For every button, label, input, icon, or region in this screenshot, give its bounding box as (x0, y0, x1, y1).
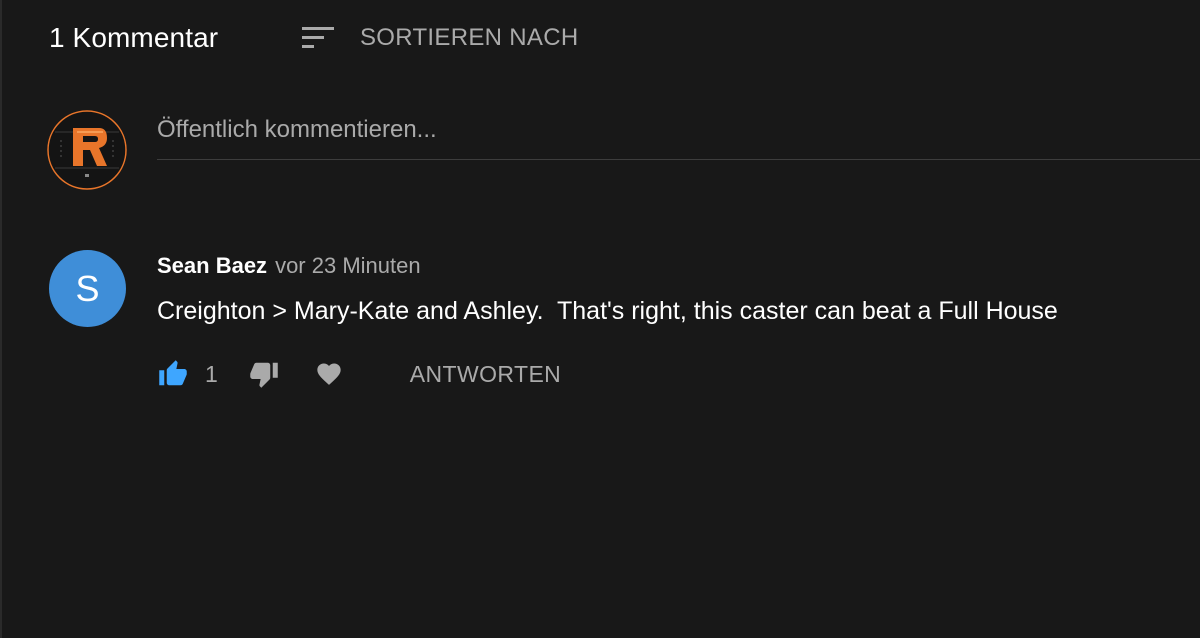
comment-time[interactable]: vor 23 Minuten (275, 253, 421, 279)
comments-section: 1 Kommentar SORTIEREN NACH Öffentlich ko… (0, 0, 1200, 638)
comment-input[interactable]: Öffentlich kommentieren... (157, 108, 1200, 160)
comment-author[interactable]: Sean Baez (157, 253, 267, 279)
avatar-letter: S (75, 267, 100, 309)
thumb-up-icon (159, 360, 187, 386)
like-count: 1 (205, 360, 218, 387)
sort-icon (302, 27, 334, 48)
channel-logo-icon (47, 110, 127, 190)
comment-actions: 1 ANTWORTEN (157, 356, 561, 392)
like-button[interactable] (157, 359, 189, 389)
comments-header: 1 Kommentar (49, 18, 218, 58)
heart-button[interactable] (314, 360, 344, 388)
thumb-down-icon (250, 362, 278, 388)
avatar[interactable]: S (49, 250, 126, 327)
own-avatar[interactable] (47, 110, 127, 190)
comment-text: Creighton > Mary-Kate and Ashley. That's… (157, 297, 1058, 325)
comment-header: Sean Baez vor 23 Minuten (157, 253, 421, 279)
sort-button[interactable]: SORTIEREN NACH (300, 20, 578, 56)
heart-icon (317, 363, 341, 385)
dislike-button[interactable] (248, 359, 280, 389)
sort-label: SORTIEREN NACH (360, 24, 579, 51)
comment-input-placeholder: Öffentlich kommentieren... (157, 116, 437, 143)
reply-button[interactable]: ANTWORTEN (410, 361, 561, 388)
comment-count: 1 Kommentar (49, 22, 219, 53)
